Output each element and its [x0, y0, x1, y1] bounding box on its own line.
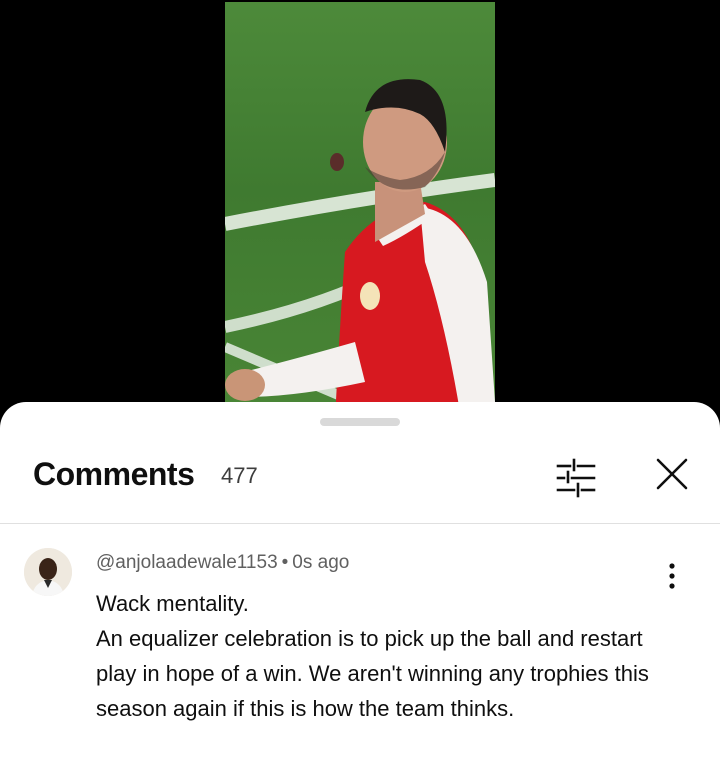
comments-title: Comments [33, 456, 195, 492]
comments-header: Comments 477 [0, 442, 720, 522]
comment-item: @anjolaadewale1153 • 0s ago Wack mentality… [0, 546, 720, 766]
user-avatar-image [24, 548, 72, 596]
close-icon [656, 458, 688, 490]
sort-filter-button[interactable] [554, 456, 598, 500]
comment-author[interactable]: @anjolaadewale1153 [96, 552, 278, 573]
avatar[interactable] [24, 548, 72, 596]
comment-time: 0s ago [292, 552, 350, 573]
video-player[interactable] [0, 0, 720, 420]
meta-separator: • [281, 552, 289, 573]
header-divider [0, 523, 720, 524]
close-button[interactable] [652, 454, 692, 494]
comments-count: 477 [221, 463, 258, 488]
video-frame[interactable] [225, 2, 495, 420]
comment-body: Wack mentality. An equalizer celebration… [96, 586, 656, 726]
more-vert-icon [669, 563, 675, 589]
sort-filter-icon [556, 458, 596, 498]
drag-handle[interactable] [320, 418, 400, 426]
comment-line-2: An equalizer celebration is to pick up t… [96, 626, 649, 721]
comment-action-menu-button[interactable] [652, 554, 692, 598]
comments-sheet: Comments 477 @anjolaadewale1153 • 0s ago… [0, 402, 720, 769]
video-thumbnail-image [225, 79, 495, 420]
comment-line-1: Wack mentality. [96, 591, 249, 616]
comment-meta: @anjolaadewale1153 • 0s ago [96, 552, 349, 574]
